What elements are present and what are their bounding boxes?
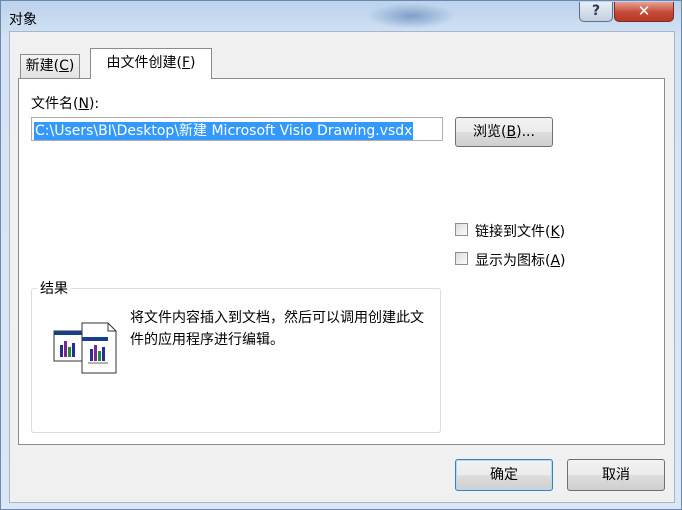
embed-file-chart-icon	[53, 322, 117, 374]
result-group: 结果 将文件内容插入到文档，然后可以调用创建此文件的应用程序进行编辑。	[31, 278, 441, 433]
dialog-body: 新建(C) 由文件创建(F) 文件名(N): C:\Users\BI\Deskt…	[9, 31, 675, 503]
display-as-icon-checkbox[interactable]	[455, 252, 468, 265]
result-group-title: 结果	[37, 278, 71, 298]
title-bar-glow	[366, 3, 456, 29]
tab-panel-create-from-file: 文件名(N): C:\Users\BI\Desktop\新建 Microsoft…	[18, 78, 665, 445]
help-button[interactable]: ?	[579, 2, 613, 22]
tab-create-from-file-label: 由文件创建(F)	[106, 55, 196, 71]
link-to-file-label[interactable]: 链接到文件(K)	[475, 221, 565, 241]
file-name-selected-text: C:\Users\BI\Desktop\新建 Microsoft Visio D…	[34, 122, 414, 140]
browse-button[interactable]: 浏览(B)...	[455, 117, 553, 147]
display-as-icon-label[interactable]: 显示为图标(A)	[475, 250, 566, 270]
tab-create-from-file[interactable]: 由文件创建(F)	[90, 48, 212, 79]
file-name-label: 文件名(N):	[31, 96, 100, 112]
window-title: 对象	[9, 12, 37, 28]
object-dialog-window: 对象 ? ✕ 新建(C) 由文件创建(F) 文件名(N): C:\Users\B…	[0, 0, 682, 510]
link-to-file-checkbox[interactable]	[455, 223, 468, 236]
close-button[interactable]: ✕	[614, 2, 674, 22]
tab-create-new[interactable]: 新建(C)	[20, 54, 80, 78]
cancel-button[interactable]: 取消	[567, 459, 665, 491]
result-description: 将文件内容插入到文档，然后可以调用创建此文件的应用程序进行编辑。	[130, 310, 424, 348]
ok-button[interactable]: 确定	[455, 459, 553, 491]
file-name-input[interactable]: C:\Users\BI\Desktop\新建 Microsoft Visio D…	[31, 117, 443, 141]
tab-create-new-label: 新建(C)	[25, 58, 75, 74]
